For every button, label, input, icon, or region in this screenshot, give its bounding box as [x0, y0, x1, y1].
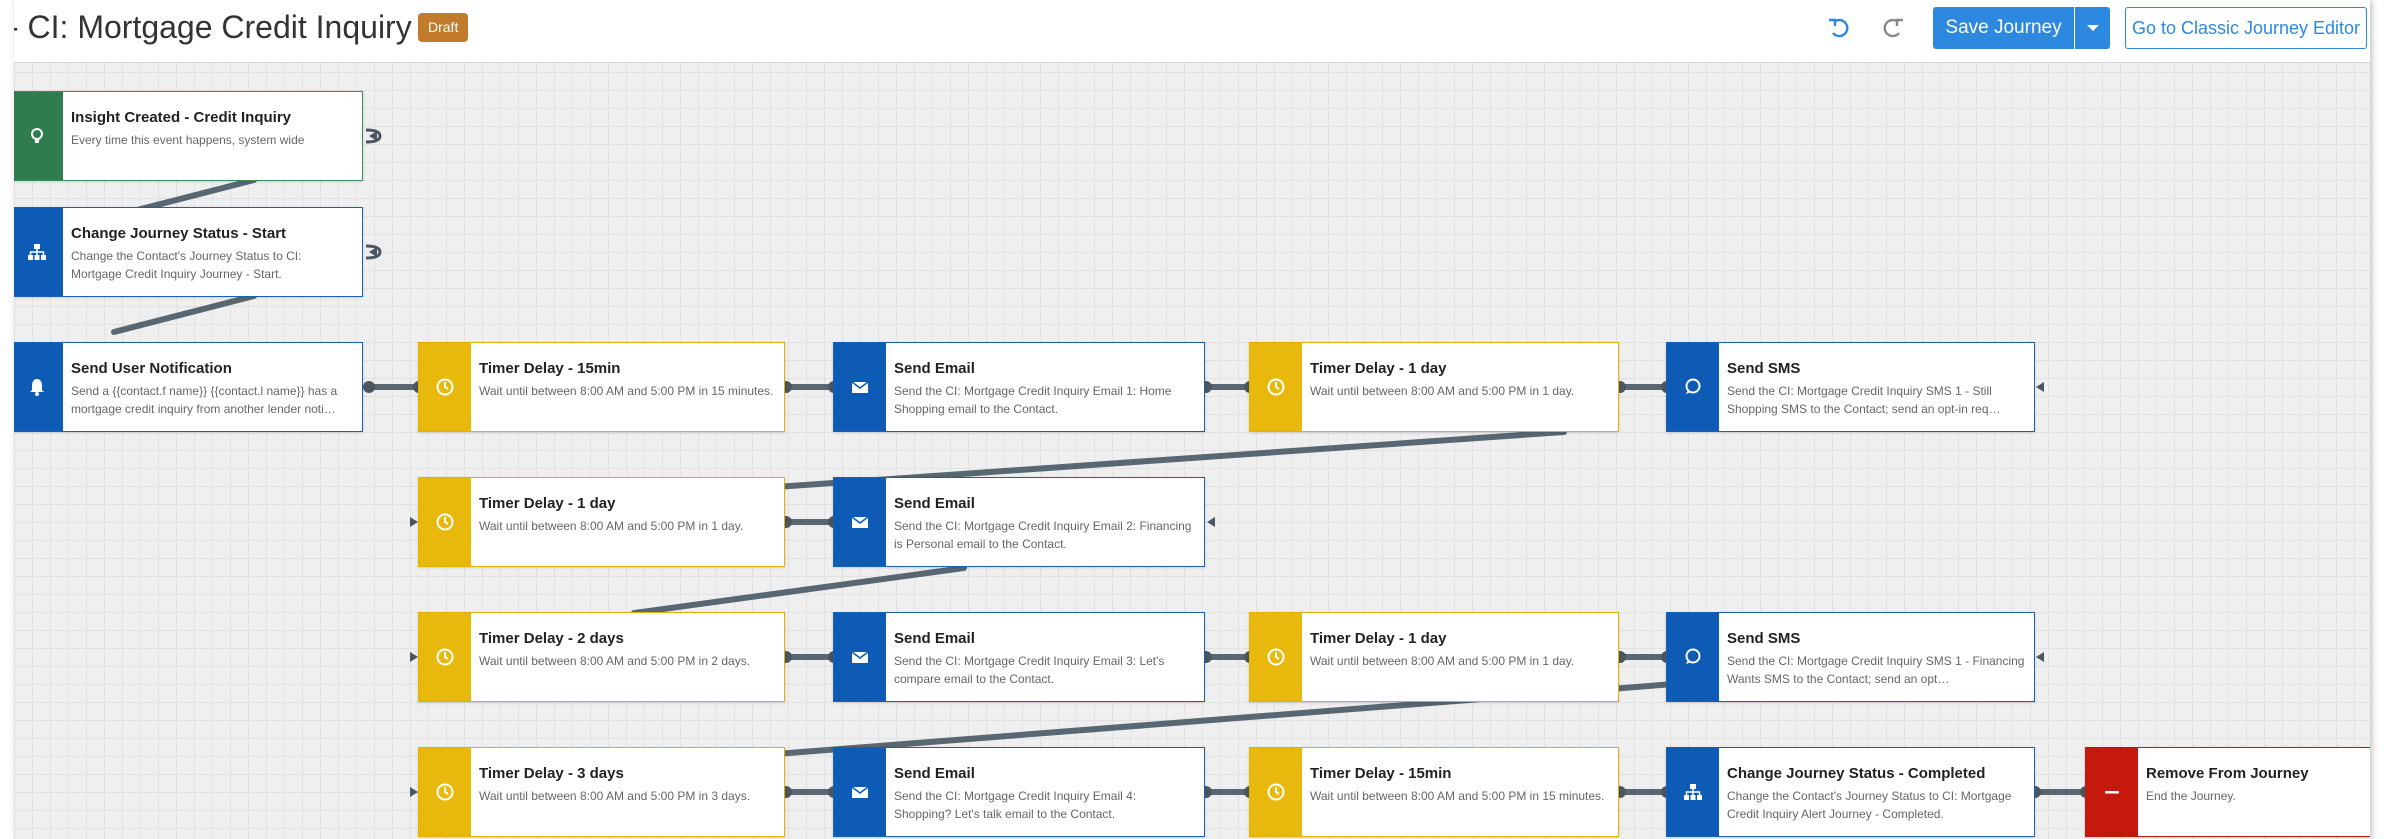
node-description: Send the CI: Mortgage Credit Inquiry SMS…: [1727, 384, 2001, 416]
node-send-email[interactable]: Send Email Send the CI: Mortgage Credit …: [833, 747, 1205, 837]
node-description: Send the CI: Mortgage Credit Inquiry Ema…: [894, 654, 1165, 686]
node-send-email[interactable]: Send Email Send the CI: Mortgage Credit …: [833, 477, 1205, 567]
node-timer-delay[interactable]: Timer Delay - 2 days Wait until between …: [418, 612, 785, 702]
hierarchy-icon: [28, 244, 46, 260]
chat-icon: [1685, 378, 1701, 394]
node-title: Timer Delay - 3 days: [479, 765, 624, 782]
node-description: Wait until between 8:00 AM and 5:00 PM i…: [479, 654, 751, 668]
clock-icon: [1267, 783, 1285, 801]
envelope-icon: [851, 786, 869, 798]
undo-icon[interactable]: [1825, 14, 1853, 42]
node-description: Wait until between 8:00 AM and 5:00 PM i…: [1310, 654, 1575, 668]
classic-editor-button[interactable]: Go to Classic Journey Editor: [2125, 7, 2367, 49]
node-description: Send the CI: Mortgage Credit Inquiry Ema…: [894, 384, 1172, 416]
node-title: Insight Created - Credit Inquiry: [71, 109, 292, 126]
node-title: Send Email: [894, 765, 975, 782]
node-title: Send SMS: [1727, 630, 1801, 647]
node-timer-delay[interactable]: Timer Delay - 3 days Wait until between …: [418, 747, 785, 837]
clock-icon: [1267, 378, 1285, 396]
node-change-status-completed[interactable]: Change Journey Status - Completed Change…: [1666, 747, 2035, 837]
node-description: Change the Contact's Journey Status to C…: [71, 249, 302, 281]
node-send-sms[interactable]: Send SMS Send the CI: Mortgage Credit In…: [1666, 612, 2035, 702]
node-remove-from-journey[interactable]: Remove From Journey End the Journey.: [2085, 747, 2370, 837]
node-send-email[interactable]: Send Email Send the CI: Mortgage Credit …: [833, 612, 1205, 702]
node-title: Send Email: [894, 630, 975, 647]
node-timer-delay[interactable]: Timer Delay - 15min Wait until between 8…: [1249, 747, 1619, 837]
envelope-icon: [851, 516, 869, 528]
clock-icon: [436, 378, 454, 396]
clock-icon: [1267, 648, 1285, 666]
clock-icon: [436, 648, 454, 666]
node-title: Send SMS: [1727, 360, 1801, 377]
clock-icon: [436, 783, 454, 801]
node-send-email[interactable]: Send Email Send the CI: Mortgage Credit …: [833, 342, 1205, 432]
node-title: Timer Delay - 15min: [1310, 765, 1452, 782]
node-description: Wait until between 8:00 AM and 5:00 PM i…: [1310, 384, 1575, 398]
node-insight-created[interactable]: Insight Created - Credit Inquiry Every t…: [14, 91, 363, 181]
node-title: Change Journey Status - Completed: [1727, 765, 1986, 782]
node-description: Send the CI: Mortgage Credit Inquiry Ema…: [894, 789, 1137, 821]
node-title: Send Email: [894, 495, 975, 512]
node-timer-delay[interactable]: Timer Delay - 1 day Wait until between 8…: [1249, 612, 1619, 702]
node-description: Send the CI: Mortgage Credit Inquiry Ema…: [894, 519, 1192, 551]
editor-header: - CI: Mortgage Credit Inquiry Draft Save…: [14, 0, 2370, 63]
lightbulb-icon: [31, 128, 43, 143]
node-description: Wait until between 8:00 AM and 5:00 PM i…: [479, 384, 774, 398]
save-options-dropdown-button[interactable]: [2075, 7, 2110, 49]
node-title: Remove From Journey: [2146, 765, 2309, 782]
node-description: Wait until between 8:00 AM and 5:00 PM i…: [479, 519, 744, 533]
save-journey-button[interactable]: Save Journey: [1933, 7, 2074, 49]
node-description: Wait until between 8:00 AM and 5:00 PM i…: [479, 789, 751, 803]
node-description: End the Journey.: [2146, 789, 2236, 803]
node-title: Timer Delay - 15min: [479, 360, 621, 377]
chat-icon: [1685, 648, 1701, 664]
node-description: Change the Contact's Journey Status to C…: [1727, 789, 2012, 821]
node-title: Send User Notification: [71, 360, 232, 377]
connector-lines: [111, 128, 2092, 798]
node-title: Send Email: [894, 360, 975, 377]
clock-icon: [436, 513, 454, 531]
node-title: Change Journey Status - Start: [71, 225, 287, 242]
bell-icon: [30, 379, 44, 396]
node-title: Timer Delay - 1 day: [1310, 630, 1447, 647]
node-description: Every time this event happens, system wi…: [71, 133, 305, 147]
node-description: Send the CI: Mortgage Credit Inquiry SMS…: [1727, 654, 2025, 686]
draft-status-badge: Draft: [418, 13, 469, 42]
node-title: Timer Delay - 2 days: [479, 630, 624, 647]
journey-title[interactable]: - CI: Mortgage Credit Inquiry: [14, 9, 412, 46]
hierarchy-icon: [1684, 784, 1702, 800]
redo-icon[interactable]: [1879, 14, 1907, 42]
node-timer-delay[interactable]: Timer Delay - 15min Wait until between 8…: [418, 342, 785, 432]
node-timer-delay[interactable]: Timer Delay - 1 day Wait until between 8…: [418, 477, 785, 567]
journey-editor: - CI: Mortgage Credit Inquiry Draft Save…: [14, 0, 2370, 839]
node-send-user-notification[interactable]: Send User Notification Send a {{contact.…: [14, 342, 363, 432]
envelope-icon: [851, 651, 869, 663]
node-description: Send a {{contact.f name}} {{contact.l na…: [71, 384, 338, 416]
node-send-sms[interactable]: Send SMS Send the CI: Mortgage Credit In…: [1666, 342, 2035, 432]
node-description: Wait until between 8:00 AM and 5:00 PM i…: [1310, 789, 1605, 803]
node-title: Timer Delay - 1 day: [479, 495, 616, 512]
node-title: Timer Delay - 1 day: [1310, 360, 1447, 377]
envelope-icon: [851, 381, 869, 393]
node-timer-delay[interactable]: Timer Delay - 1 day Wait until between 8…: [1249, 342, 1619, 432]
minus-icon: [2105, 791, 2119, 794]
node-change-status-start[interactable]: Change Journey Status - Start Change the…: [14, 207, 363, 297]
journey-canvas[interactable]: Insight Created - Credit Inquiry Every t…: [14, 62, 2370, 839]
